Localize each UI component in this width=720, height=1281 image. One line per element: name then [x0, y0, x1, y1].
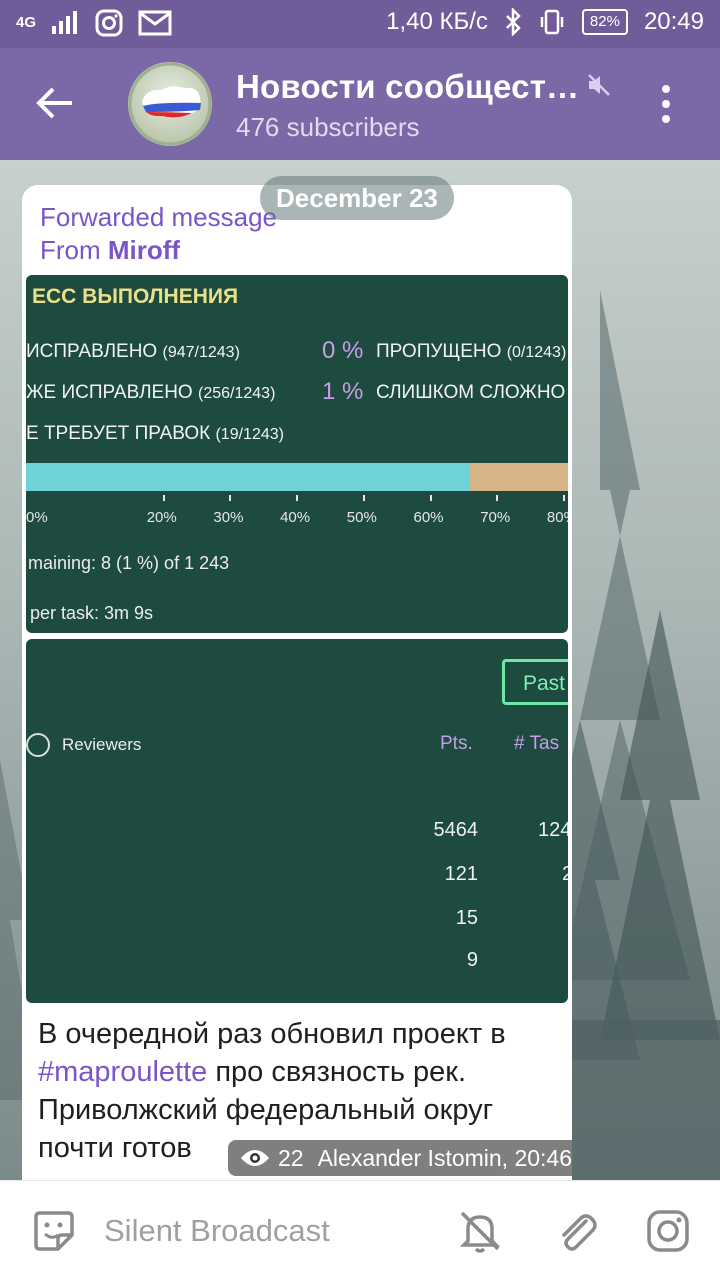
message-text-part: В очередной раз обновил проект в: [38, 1018, 506, 1050]
muted-icon: [588, 74, 610, 96]
forwarded-label: Forwarded message: [40, 202, 277, 232]
forward-source-name[interactable]: Miroff: [108, 235, 180, 265]
stat-row: ПРОПУЩЕНО (0/1243): [376, 341, 567, 362]
notifications-off-icon[interactable]: [456, 1207, 504, 1255]
stat-row: ЖЕ ИСПРАВЛЕНО (256/1243): [26, 382, 276, 403]
tasks-column-header: # Tas: [514, 733, 560, 754]
channel-title[interactable]: Новости сообщест…: [236, 68, 579, 106]
composer-bar: Silent Broadcast: [0, 1180, 720, 1281]
from-prefix: From: [40, 235, 108, 265]
axis-tick: [429, 495, 432, 501]
axis-tick-label: 70%: [480, 509, 511, 526]
message-bubble[interactable]: Forwarded message From Miroff ЕСС ВЫПОЛН…: [22, 185, 572, 1195]
chat-header: Новости сообщест… 476 subscribers: [0, 48, 720, 160]
progress-bar: [26, 463, 568, 491]
per-task-text: per task: 3m 9s: [30, 603, 154, 623]
reviewers-radio: [26, 733, 50, 757]
forwarded-from[interactable]: From Miroff: [40, 234, 277, 267]
past-button: Past: [502, 659, 568, 705]
more-options-icon[interactable]: [660, 84, 672, 124]
tasks-value: 2: [562, 863, 568, 885]
instagram-icon: [95, 9, 123, 37]
battery-indicator: 82%: [581, 9, 628, 35]
axis-tick-label: 80%: [546, 509, 568, 526]
axis-tick: [229, 495, 232, 501]
stat-row: Е ТРЕБУЕТ ПРАВОК (19/1243): [26, 423, 284, 444]
axis-tick-label: 50%: [346, 509, 377, 526]
attached-image-progress[interactable]: ЕСС ВЫПОЛНЕНИЯ ИСПРАВЛЕНО (947/1243) ЖЕ …: [26, 275, 568, 633]
instagram-camera-icon[interactable]: [644, 1207, 692, 1255]
points-value: 9: [466, 949, 478, 971]
stat-row: ИСПРАВЛЕНО (947/1243): [26, 341, 240, 362]
points-column-header: Pts.: [440, 733, 473, 754]
stat-row: СЛИШКОМ СЛОЖНО (: [376, 382, 566, 403]
status-bar: 4G 1,40 КБ/с 82% 20:49: [0, 0, 720, 48]
sticker-icon[interactable]: [30, 1207, 78, 1255]
progress-bar-fill: [26, 463, 471, 491]
bluetooth-icon: [506, 8, 521, 36]
remaining-text: maining: 8 (1 %) of 1 243: [28, 553, 230, 573]
points-value: 15: [455, 907, 478, 929]
message-text: В очередной раз обновил проект в #maprou…: [38, 1015, 558, 1167]
back-arrow-icon[interactable]: [36, 86, 74, 120]
message-input[interactable]: Silent Broadcast: [104, 1213, 330, 1249]
network-speed: 1,40 КБ/с: [386, 8, 488, 35]
date-separator: December 23: [260, 176, 454, 220]
stat-percent: 1 %: [322, 378, 364, 405]
reviewers-label: Reviewers: [62, 735, 142, 754]
tasks-value: 124: [538, 819, 568, 841]
axis-tick: [162, 495, 165, 501]
attached-image-reviewers[interactable]: Past Reviewers Pts. # Tas 5464 124 121 2…: [26, 639, 568, 1003]
progress-heading: ЕСС ВЫПОЛНЕНИЯ: [32, 285, 239, 308]
axis-tick: [362, 495, 365, 501]
points-value: 121: [444, 863, 478, 885]
axis-tick-label: 30%: [213, 509, 244, 526]
axis-tick-label: 0%: [26, 509, 48, 526]
network-type: 4G: [16, 14, 37, 31]
channel-avatar[interactable]: [128, 62, 212, 146]
subscriber-count: 476 subscribers: [236, 112, 420, 142]
axis-tick: [496, 495, 499, 501]
clock: 20:49: [643, 8, 704, 35]
axis-tick-label: 60%: [413, 509, 444, 526]
mail-icon: [138, 10, 172, 36]
stat-percent: 0 %: [322, 337, 364, 364]
axis-tick: [562, 495, 565, 501]
vibrate-icon: [540, 9, 564, 35]
signal-icon: [52, 11, 78, 34]
axis-tick: [296, 495, 299, 501]
russia-map-icon: [128, 62, 212, 146]
points-value: 5464: [433, 819, 479, 841]
forward-header[interactable]: Forwarded message From Miroff: [40, 201, 277, 267]
axis-tick-label: 40%: [280, 509, 311, 526]
hashtag-link[interactable]: #maproulette: [38, 1056, 207, 1088]
attach-icon[interactable]: [552, 1207, 600, 1255]
axis-tick-label: 20%: [146, 509, 177, 526]
